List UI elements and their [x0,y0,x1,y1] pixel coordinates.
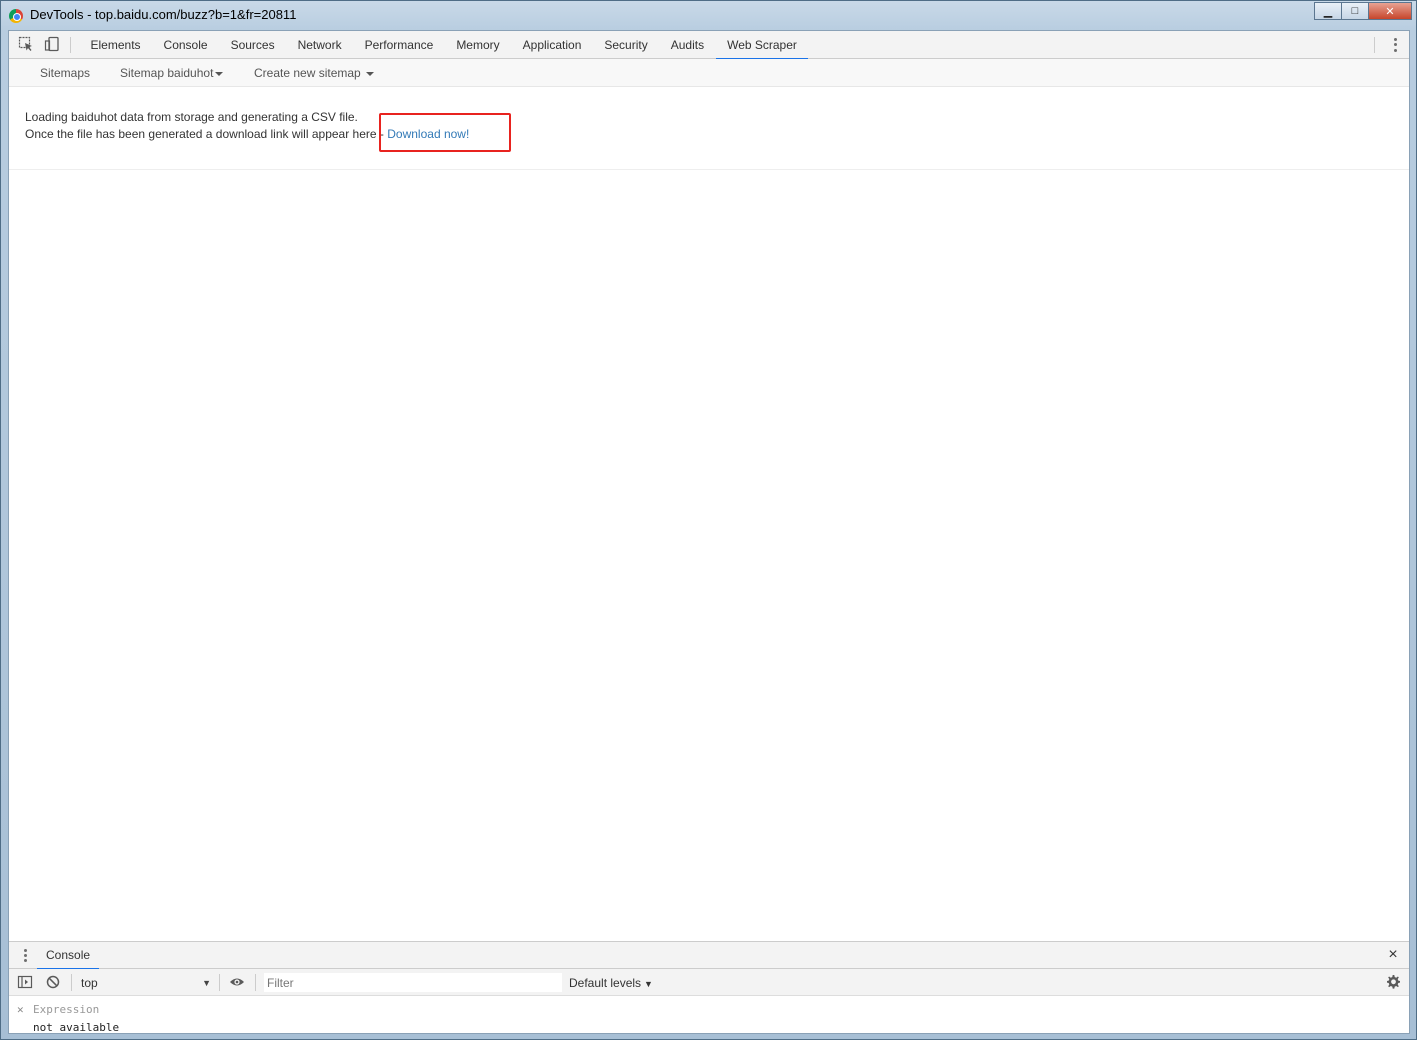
tab-web-scraper[interactable]: Web Scraper [715,31,809,60]
close-window-button[interactable]: ✕ [1368,2,1412,20]
log-levels-dropdown[interactable]: Default levels ▼ [569,975,653,992]
toolbar-separator [71,974,72,991]
console-toolbar: top ▼ Default levels▼ [9,969,1409,996]
devtools-client: Elements Console Sources Network Perform… [8,30,1410,1034]
title-bar: DevTools - top.baidu.com/buzz?b=1&fr=208… [1,1,1416,30]
annotation-highlight-box [379,113,511,152]
close-drawer-icon[interactable]: × [1385,947,1401,963]
nav-create-sitemap[interactable]: Create new sitemap [254,59,375,87]
expression-value: not available [33,1021,120,1034]
nav-sitemaps[interactable]: Sitemaps [40,59,90,87]
devtools-window: DevTools - top.baidu.com/buzz?b=1&fr=208… [0,0,1417,1040]
chrome-icon [9,9,23,23]
nav-sitemap-label: Sitemap baiduhot [120,66,214,80]
remove-expression-icon[interactable]: ✕ [17,1003,24,1016]
tab-separator [70,37,71,53]
expression-placeholder[interactable]: Expression [33,1003,99,1016]
live-expression-eye-icon[interactable] [229,974,245,990]
caret-down-icon [215,71,224,76]
maximize-button[interactable]: □ [1341,2,1369,20]
inspect-element-icon[interactable] [18,36,34,52]
toolbar-separator [255,974,256,991]
tab-elements[interactable]: Elements [79,31,152,59]
drawer-tab-console[interactable]: Console [37,942,100,970]
devtools-tabbar: Elements Console Sources Network Perform… [9,31,1409,60]
window-controls: ▁ □ ✕ [1314,2,1412,20]
tab-network[interactable]: Network [286,31,353,59]
minimize-button[interactable]: ▁ [1314,2,1342,20]
nav-sitemap-dropdown[interactable]: Sitemap baiduhot [120,59,224,87]
tab-console[interactable]: Console [152,31,219,59]
console-settings-gear-icon[interactable] [1385,974,1401,990]
loading-message: Loading baiduhot data from storage and g… [25,110,358,124]
kebab-separator [1374,37,1375,53]
drawer-menu-icon[interactable] [23,948,27,963]
download-message-text: Once the file has been generated a downl… [25,127,380,141]
customize-menu-icon[interactable] [1391,37,1399,53]
show-sidebar-icon[interactable] [17,974,33,990]
window-title: DevTools - top.baidu.com/buzz?b=1&fr=208… [30,7,297,22]
dropdown-arrow-icon: ▼ [202,978,211,988]
tab-security[interactable]: Security [593,31,659,59]
panel-tabs: Elements Console Sources Network Perform… [79,31,809,60]
clear-console-icon[interactable] [45,974,61,990]
tab-audits[interactable]: Audits [659,31,715,59]
export-panel: Loading baiduhot data from storage and g… [9,87,1409,170]
levels-label: Default levels [569,976,642,990]
tab-application[interactable]: Application [511,31,593,59]
tab-sources[interactable]: Sources [219,31,286,59]
scraper-navbar: Sitemaps Sitemap baiduhot Create new sit… [9,59,1409,87]
context-value: top [81,976,98,990]
tab-performance[interactable]: Performance [353,31,445,59]
drawer-tabbar: Console × [9,942,1409,970]
device-toolbar-icon[interactable] [44,36,60,52]
dropdown-arrow-icon: ▼ [644,979,653,989]
console-drawer: Console × top ▼ Filter Default levels ▼ … [9,941,1409,1034]
console-filter-input[interactable] [264,973,562,992]
toolbar-separator [219,974,220,991]
context-select[interactable]: top ▼ [81,975,211,991]
live-expression-row: ✕ Expression not available [9,996,1409,1034]
caret-down-icon [366,71,375,76]
nav-create-label: Create new sitemap [254,66,361,80]
tab-memory[interactable]: Memory [445,31,511,59]
